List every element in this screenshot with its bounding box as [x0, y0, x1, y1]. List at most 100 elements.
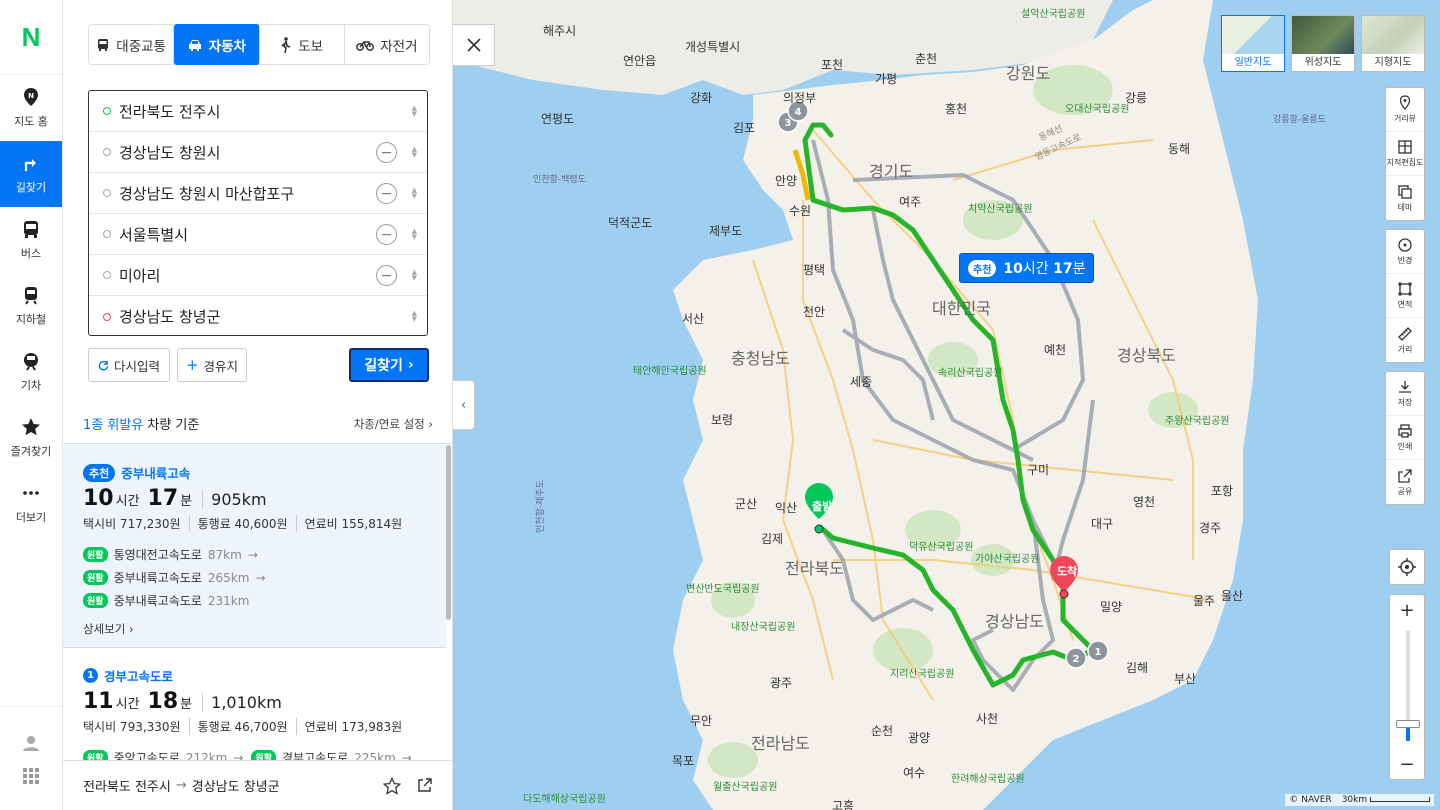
- user-icon[interactable]: [22, 734, 40, 752]
- taxi-fare: 택시비 793,330원: [83, 720, 181, 734]
- panel-scrollbar[interactable]: [446, 445, 451, 620]
- waypoint-value[interactable]: 경상남도 창원시: [119, 142, 220, 163]
- rail-item-map-home[interactable]: N 지도 홈: [0, 75, 62, 141]
- reset-button[interactable]: 다시입력: [88, 348, 170, 382]
- rail-item-train[interactable]: 기차: [0, 339, 62, 405]
- theme-tool[interactable]: 테마: [1386, 176, 1424, 220]
- place-label: 익산: [775, 501, 798, 515]
- waypoint-via-2[interactable]: 경상남도 창원시 마산합포구 − ▲ ▼: [89, 173, 427, 214]
- route-time-badge[interactable]: 추천 10시간 17분: [959, 253, 1095, 283]
- start-marker-label[interactable]: 출발: [812, 498, 832, 514]
- drag-handle-icon[interactable]: ▲ ▼: [412, 146, 417, 159]
- drag-handle-icon[interactable]: ▲ ▼: [412, 228, 417, 241]
- map-type-satellite[interactable]: 위성지도: [1291, 15, 1355, 72]
- street-view-tool[interactable]: 거리뷰: [1386, 88, 1424, 132]
- place-label: 광양: [908, 731, 931, 745]
- rail-item-favorites[interactable]: 즐겨찾기: [0, 405, 62, 471]
- park-label: 태안해안국립공원: [633, 366, 707, 377]
- rail-label: 지도 홈: [14, 115, 48, 128]
- rail-item-more[interactable]: 더보기: [0, 471, 62, 537]
- naver-logo[interactable]: N: [0, 0, 62, 75]
- waypoint-value[interactable]: 서울특별시: [119, 224, 188, 245]
- area-tool[interactable]: 면적: [1386, 274, 1424, 318]
- waypoint-value[interactable]: 전라북도 전주시: [119, 101, 220, 122]
- waypoint-start[interactable]: 전라북도 전주시 ▲ ▼: [89, 91, 427, 132]
- zoom-control: + −: [1389, 594, 1425, 780]
- waypoint-list: 전라북도 전주시 ▲ ▼ 경상남도 창원시 − ▲ ▼ 경상남도 창원시 마산합포구…: [88, 90, 428, 336]
- map-type-terrain[interactable]: 지형지도: [1361, 15, 1425, 72]
- drag-handle-icon[interactable]: ▲ ▼: [412, 269, 417, 282]
- grid-apps-icon[interactable]: [23, 767, 39, 784]
- rail-item-subway[interactable]: 지하철: [0, 273, 62, 339]
- fuel-cost: 연료비 155,814원: [295, 515, 402, 532]
- route-name: 경부고속도로: [104, 669, 174, 684]
- route-card-recommended[interactable]: 추천 중부내륙고속 10 시간 17 분 905km 택시비 717,230원 통행…: [63, 445, 446, 648]
- ruler-icon: [1398, 326, 1412, 341]
- place-label: 가평: [875, 72, 898, 86]
- distance-tool[interactable]: 거리: [1386, 318, 1424, 362]
- route-segments: 원활 통영대전고속도로 87km → 원활 중부내륙고속도로 265km → 원활 중부내륙고…: [83, 546, 426, 609]
- map-canvas[interactable]: 1 2 3 4 출발 도착 해주시 개성특별시 연안읍 강화 김포 의정부 포천…: [453, 0, 1440, 810]
- search-route-button[interactable]: 길찾기 ›: [349, 348, 429, 382]
- minutes-value: 17: [147, 486, 179, 511]
- vehicle-fuel-settings-link[interactable]: 차종/연료 설정 ›: [354, 416, 433, 432]
- waypoint-via-3[interactable]: 서울특별시 − ▲ ▼: [89, 214, 427, 255]
- radius-tool[interactable]: 반경: [1386, 230, 1424, 274]
- park-label: 가야산국립공원: [975, 554, 1040, 565]
- via-dot-icon: [103, 189, 111, 197]
- rail-item-directions[interactable]: 길찾기: [0, 141, 62, 207]
- waypoint-via-4[interactable]: 미아리 − ▲ ▼: [89, 255, 427, 296]
- badge-hours: 10: [1003, 261, 1023, 277]
- segment-distance: 87km: [207, 547, 242, 562]
- remove-waypoint-button[interactable]: −: [376, 224, 397, 245]
- route-card-alternative[interactable]: 1 경부고속도로 11 시간 18 분 1,010km 택시비 793,330원 통…: [63, 648, 446, 765]
- waypoint-end[interactable]: 경상남도 창녕군 ▲ ▼: [89, 296, 427, 337]
- collapse-panel-button[interactable]: ‹: [453, 380, 475, 430]
- map-type-normal[interactable]: 일반지도: [1221, 15, 1285, 72]
- left-rail: N N 지도 홈 길찾기 버스 지하철 기차 즐겨찾기 더보기: [0, 0, 63, 810]
- remove-waypoint-button[interactable]: −: [376, 183, 397, 204]
- route-detail-link[interactable]: 상세보기 ›: [83, 621, 426, 637]
- rail-label: 지하철: [15, 313, 47, 326]
- rail-item-bus[interactable]: 버스: [0, 207, 62, 273]
- plus-icon: +: [1399, 599, 1415, 621]
- place-label: 의정부: [783, 91, 817, 105]
- via-dot-icon: [103, 230, 111, 238]
- remove-waypoint-button[interactable]: −: [376, 142, 397, 163]
- waypoint-via-1[interactable]: 경상남도 창원시 − ▲ ▼: [89, 132, 427, 173]
- remove-waypoint-button[interactable]: −: [376, 265, 397, 286]
- drag-handle-icon[interactable]: ▲ ▼: [412, 187, 417, 200]
- save-tool[interactable]: 저장: [1386, 372, 1424, 416]
- add-waypoint-button[interactable]: + 경유지: [177, 348, 247, 382]
- zoom-in-button[interactable]: +: [1390, 595, 1424, 625]
- segment-road: 통영대전고속도로: [113, 548, 202, 562]
- print-icon: [1398, 424, 1412, 438]
- print-tool[interactable]: 인쇄: [1386, 416, 1424, 460]
- tab-car[interactable]: 자동차: [174, 24, 260, 65]
- route-distance: 905km: [202, 490, 267, 509]
- park-label: 덕유산국립공원: [909, 542, 974, 553]
- tab-walk[interactable]: 도보: [260, 25, 345, 64]
- share-icon[interactable]: [417, 777, 433, 793]
- end-marker-label[interactable]: 도착: [1057, 563, 1077, 579]
- drag-handle-icon[interactable]: ▲ ▼: [412, 105, 417, 118]
- close-panel-button[interactable]: [453, 24, 495, 66]
- tab-public-transit[interactable]: 대중교통: [89, 25, 175, 64]
- cadastral-map-tool[interactable]: 지적편집도: [1386, 132, 1424, 176]
- zoom-out-button[interactable]: −: [1390, 749, 1424, 779]
- waypoint-value[interactable]: 경상남도 창원시 마산합포구: [119, 183, 294, 204]
- waypoint-value[interactable]: 미아리: [119, 265, 160, 286]
- region-label: 전라북도: [785, 559, 844, 578]
- place-label: 덕적군도: [608, 216, 653, 230]
- waypoint-value[interactable]: 경상남도 창녕군: [119, 306, 220, 327]
- tab-bicycle[interactable]: 자전거: [345, 25, 429, 64]
- zoom-slider-handle[interactable]: [1396, 720, 1420, 728]
- region-label: 전라남도: [751, 734, 810, 753]
- drag-handle-icon[interactable]: ▲ ▼: [412, 310, 417, 323]
- arrow-right-icon: →: [255, 570, 266, 585]
- plus-icon: +: [185, 356, 199, 374]
- rail-label: 기차: [20, 379, 42, 392]
- share-tool[interactable]: 공유: [1386, 460, 1424, 504]
- star-outline-icon[interactable]: [383, 776, 401, 795]
- my-location-button[interactable]: [1389, 549, 1425, 585]
